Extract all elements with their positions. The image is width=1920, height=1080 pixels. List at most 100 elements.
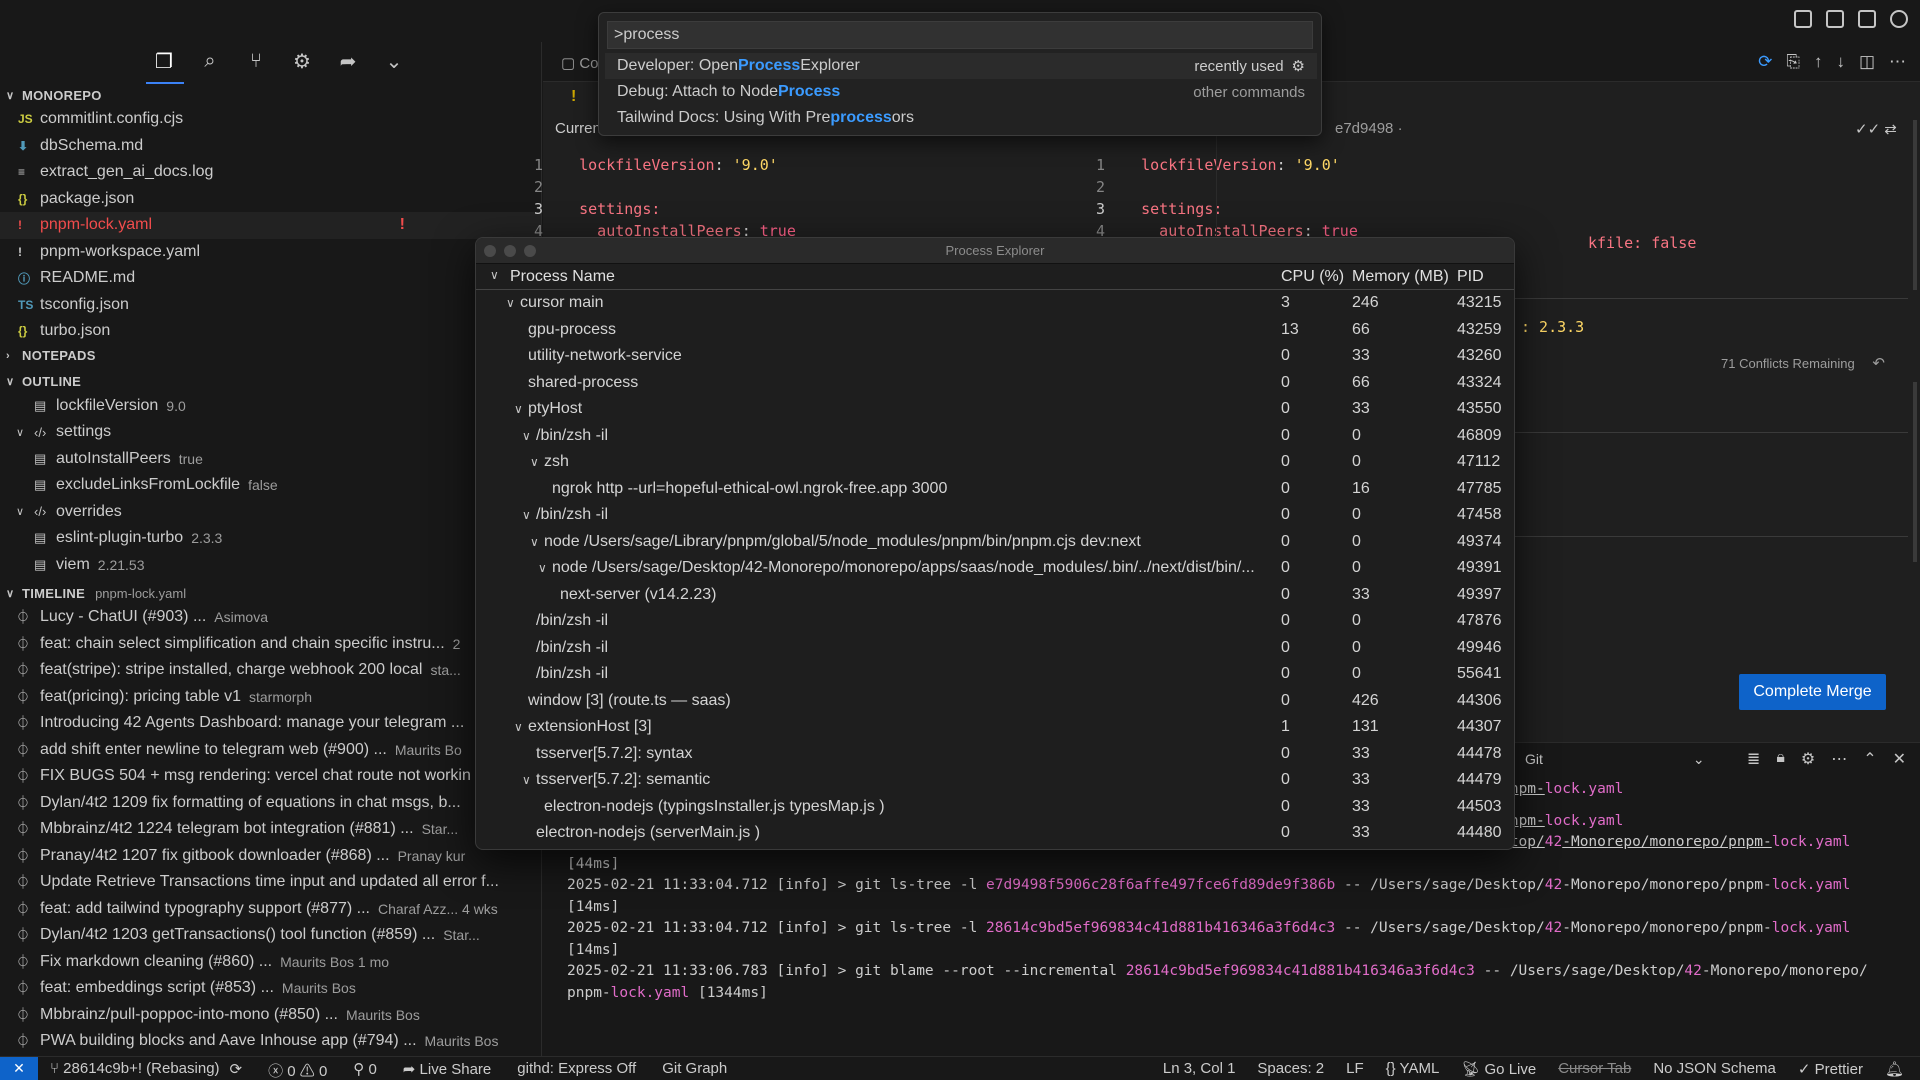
timeline-item[interactable]: ⏀ feat(stripe): stripe installed, charge … (0, 657, 541, 684)
outline-item[interactable]: ∨ ‹/› settings (0, 419, 541, 446)
chevron-down-icon[interactable]: ∨ (530, 535, 539, 549)
timeline-item[interactable]: ⏀ PWA building blocks and Aave Inhouse ap… (0, 1028, 541, 1055)
process-row[interactable]: /bin/zsh -il 0 0 49946 (476, 635, 1514, 662)
timeline-item[interactable]: ⏀ Dylan/4t2 1209 fix formatting of equati… (0, 790, 541, 817)
more-actions-icon[interactable]: ⋯ (1831, 749, 1847, 769)
process-row[interactable]: ngrok http --url=hopeful-ethical-owl.ngr… (476, 476, 1514, 503)
timeline-item[interactable]: ⏀ add shift enter newline to telegram web… (0, 737, 541, 764)
arrow-up-icon[interactable]: ↑ (1814, 52, 1823, 72)
timeline-item[interactable]: ⏀ Introducing 42 Agents Dashboard: manage… (0, 710, 541, 737)
scrollbar[interactable] (1913, 382, 1917, 562)
cursor-tab-status[interactable]: Cursor Tab (1558, 1060, 1631, 1078)
timeline-item[interactable]: ⏀ Update Retrieve Transactions time input… (0, 869, 541, 896)
chevron-down-icon[interactable]: ∨ (514, 402, 523, 416)
maximize-panel-icon[interactable]: ⌃ (1863, 749, 1876, 769)
process-row[interactable]: ∨ /bin/zsh -il 0 0 47458 (476, 502, 1514, 529)
clear-output-icon[interactable]: ≣ (1747, 749, 1760, 769)
more-views-chevron-icon[interactable]: ⌄ (382, 49, 406, 73)
close-panel-icon[interactable]: ✕ (1893, 749, 1906, 769)
git-graph-status[interactable]: Git Graph (662, 1060, 727, 1080)
chevron-down-icon[interactable]: ∨ (490, 268, 499, 282)
timeline-item[interactable]: ⏀ FIX BUGS 504 + msg rendering: vercel ch… (0, 763, 541, 790)
scrollbar[interactable] (1913, 120, 1917, 290)
more-actions-icon[interactable]: ⋯ (1889, 52, 1906, 72)
live-share-status[interactable]: ➦ Live Share (403, 1060, 491, 1080)
process-row[interactable]: ∨ node /Users/sage/Desktop/42-Monorepo/mo… (476, 555, 1514, 582)
timeline-item[interactable]: ⏀ feat: chain select simplification and c… (0, 631, 541, 658)
file-item[interactable]: {} package.json (0, 186, 541, 213)
command-palette-input[interactable] (607, 21, 1313, 49)
outline-item[interactable]: ▤ excludeLinksFromLockfile false (0, 472, 541, 499)
split-editor-icon[interactable]: ◫ (1859, 52, 1875, 72)
timeline-item[interactable]: ⏀ feat: embeddings script (#853) ... Mauri… (0, 975, 541, 1002)
command-item[interactable]: Debug: Attach to Node Process other comma… (605, 79, 1317, 105)
process-row[interactable]: shared-process 0 66 43324 (476, 370, 1514, 397)
prettier-status[interactable]: ✓ Prettier (1798, 1060, 1863, 1078)
arrow-down-icon[interactable]: ↓ (1836, 52, 1845, 72)
process-row[interactable]: ∨ tsserver[5.7.2]: semantic 0 33 44479 (476, 767, 1514, 794)
go-live-status[interactable]: 📡︎ Go Live (1461, 1060, 1536, 1078)
complete-merge-button[interactable]: Complete Merge (1739, 674, 1886, 710)
outline-item[interactable]: ▤ autoInstallPeers true (0, 446, 541, 473)
file-item[interactable]: {} turbo.json (0, 318, 541, 345)
timeline-item[interactable]: ⏀ Mbbrainz/pull-poppoc-into-mono (#850) .… (0, 1002, 541, 1029)
toggle-panel-icon[interactable] (1826, 10, 1844, 28)
process-row[interactable]: gpu-process 13 66 43259 (476, 317, 1514, 344)
ports-status[interactable]: ⚲ 0 (353, 1060, 377, 1080)
process-row[interactable]: /bin/zsh -il 0 0 47876 (476, 608, 1514, 635)
branch-status[interactable]: ⑂ 28614c9b+! (Rebasing) (50, 1060, 220, 1080)
extensions-icon[interactable]: ⚙ (290, 49, 314, 73)
chevron-down-icon[interactable]: ∨ (522, 429, 531, 443)
process-row[interactable]: ∨ zsh 0 0 47112 (476, 449, 1514, 476)
timeline-item[interactable]: ⏀ Fix markdown cleaning (#860) ... Maurits… (0, 949, 541, 976)
process-row[interactable]: ∨ ptyHost 0 33 43550 (476, 396, 1514, 423)
chevron-down-icon[interactable]: ∨ (522, 773, 531, 787)
live-share-icon[interactable]: ➦ (336, 49, 360, 73)
search-icon[interactable]: ⌕ (198, 49, 222, 73)
timeline-item[interactable]: ⏀ feat: add tailwind typography support (… (0, 896, 541, 923)
chevron-down-icon[interactable]: ∨ (530, 455, 539, 469)
timeline-item[interactable]: ⏀ Lucy - ChatUI (#903) ... Asimova (0, 604, 541, 631)
command-item[interactable]: Tailwind Docs: Using With Pre process ors (605, 105, 1317, 131)
process-row[interactable]: ∨ /bin/zsh -il 0 0 46809 (476, 423, 1514, 450)
monorepo-section-header[interactable]: ∨ MONOREPO (0, 84, 541, 106)
notepads-section-header[interactable]: › NOTEPADS (0, 345, 541, 367)
settings-gear-icon[interactable] (1890, 10, 1908, 28)
panel-settings-icon[interactable]: ⚙ (1801, 749, 1815, 769)
outline-section-header[interactable]: ∨ OUTLINE (0, 371, 541, 393)
file-item[interactable]: ⬇ dbSchema.md (0, 133, 541, 160)
indentation[interactable]: Spaces: 2 (1257, 1060, 1324, 1078)
timeline-section-header[interactable]: ∨ TIMELINE pnpm-lock.yaml (0, 582, 541, 604)
toggle-primary-sidebar-icon[interactable] (1794, 10, 1812, 28)
chevron-down-icon[interactable]: ∨ (522, 508, 531, 522)
process-row[interactable]: window [3] (route.ts — saas) 0 426 44306 (476, 688, 1514, 715)
file-item[interactable]: ⓘ README.md (0, 265, 541, 292)
file-item[interactable]: ! pnpm-lock.yaml! (0, 212, 541, 239)
json-schema-status[interactable]: No JSON Schema (1653, 1060, 1776, 1078)
process-row[interactable]: ∨ extensionHost [3] 1 131 44307 (476, 714, 1514, 741)
cursor-position[interactable]: Ln 3, Col 1 (1163, 1060, 1236, 1078)
process-row[interactable]: electron-nodejs (typingsInstaller.js typ… (476, 794, 1514, 821)
editor-tab[interactable]: ▢ Co (561, 54, 599, 72)
configure-gear-icon[interactable]: ⚙ (1292, 57, 1305, 75)
problems-status[interactable]: ⓧ 0 ⚠ 0 (268, 1060, 327, 1080)
toggle-secondary-sidebar-icon[interactable] (1858, 10, 1876, 28)
outline-item[interactable]: ∨ ‹/› overrides (0, 499, 541, 526)
process-row[interactable]: next-server (v14.2.23) 0 33 49397 (476, 582, 1514, 609)
chevron-down-icon[interactable]: ∨ (538, 561, 547, 575)
file-item[interactable]: ≡ extract_gen_ai_docs.log (0, 159, 541, 186)
accept-icons[interactable]: ✓✓ ⇄ (1855, 120, 1897, 156)
language-mode[interactable]: {} YAML (1386, 1060, 1440, 1078)
explorer-icon[interactable]: ❐ (152, 49, 176, 73)
notifications-bell-icon[interactable]: 🔔︎ (1885, 1060, 1904, 1078)
undo-icon[interactable]: ↶ (1872, 355, 1885, 372)
outline-item[interactable]: ▤ viem 2.21.53 (0, 552, 541, 579)
process-row[interactable]: /bin/zsh -il 0 0 55641 (476, 661, 1514, 688)
chevron-down-icon[interactable]: ∨ (514, 720, 523, 734)
remote-indicator[interactable]: ✕ (0, 1057, 38, 1080)
timeline-item[interactable]: ⏀ Mbbrainz/4t2 1224 telegram bot integrat… (0, 816, 541, 843)
timeline-item[interactable]: ⏀ Dylan/4t2 1203 getTransactions() tool f… (0, 922, 541, 949)
githd-status[interactable]: githd: Express Off (517, 1060, 636, 1080)
process-row[interactable]: ∨ cursor main 3 246 43215 (476, 290, 1514, 317)
chevron-down-icon[interactable]: ∨ (506, 296, 515, 310)
